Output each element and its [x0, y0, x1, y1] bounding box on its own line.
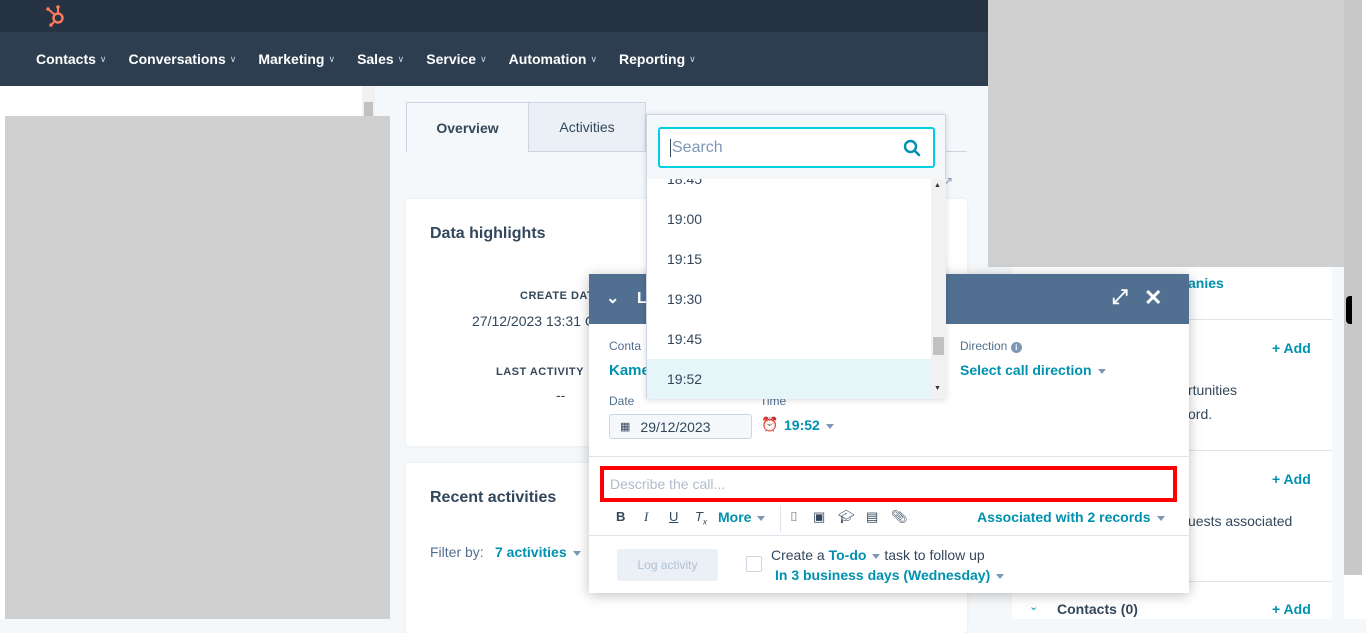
nav-service[interactable]: Service ∨ [426, 51, 486, 67]
direction-label: Direction i [960, 339, 1022, 353]
scroll-up-icon[interactable]: ▲ [934, 182, 941, 189]
card-title: Recent activities [430, 489, 557, 506]
clear-format-icon[interactable]: Tx [695, 509, 707, 527]
filter-label: Filter by: [430, 544, 484, 560]
date-label: Date [609, 394, 635, 408]
section-text: ord. [1188, 406, 1213, 422]
snippet-icon[interactable]: ⌷ [790, 509, 798, 525]
scroll-down-icon[interactable]: ▼ [934, 385, 941, 392]
info-icon[interactable]: i [1010, 342, 1022, 353]
tab-overview[interactable]: Overview [406, 102, 529, 152]
close-icon[interactable]: ✕ [1144, 285, 1162, 311]
expand-icon[interactable]: ⤢ [1112, 286, 1128, 309]
redacted-region [5, 116, 390, 619]
time-search-input[interactable]: Search [658, 127, 935, 168]
time-options-list: 18:45 19:00 19:15 19:30 19:45 19:52 [647, 179, 931, 399]
italic-icon[interactable]: I [644, 509, 648, 525]
add-button[interactable]: + Add [1272, 601, 1311, 617]
followup-text: Create a To-do task to follow up [771, 547, 985, 563]
calendar-icon: ▦ [620, 421, 631, 433]
nav-marketing[interactable]: Marketing ∨ [258, 51, 335, 67]
document-icon[interactable]: ▤ [866, 509, 878, 525]
chevron-down-icon: ∨ [689, 53, 696, 64]
section-text: rtunities [1188, 382, 1238, 398]
divider [780, 506, 781, 532]
collapse-chevron-icon[interactable]: ⌄ [606, 288, 619, 308]
companies-section-title[interactable]: anies [1188, 275, 1224, 291]
associations-dropdown[interactable]: Associated with 2 records [977, 509, 1165, 525]
time-option[interactable]: 19:45 [647, 319, 931, 359]
bold-icon[interactable]: B [616, 509, 625, 524]
call-description-input[interactable]: Describe the call... [600, 466, 1177, 502]
last-activity-label: LAST ACTIVITY [496, 366, 584, 378]
scrollbar-thumb[interactable] [1344, 0, 1362, 575]
chevron-down-icon: ∨ [590, 53, 598, 64]
more-dropdown[interactable]: More [718, 509, 766, 525]
hubspot-logo-icon[interactable] [44, 4, 68, 28]
task-type-dropdown[interactable]: To-do [829, 547, 881, 563]
caret-down-icon [996, 573, 1005, 579]
create-date-value: 27/12/2023 13:31 G [472, 313, 596, 329]
chevron-down-icon: ∨ [229, 53, 237, 64]
chevron-down-icon: ∨ [99, 53, 107, 64]
attachment-icon[interactable]: 📎︎ [891, 509, 908, 525]
top-bar [0, 0, 988, 32]
list-scrollbar[interactable]: ▲ ▼ [931, 179, 946, 399]
contacted-value[interactable]: Kame [609, 362, 650, 379]
side-tab[interactable] [1346, 296, 1352, 324]
search-icon[interactable] [903, 139, 921, 157]
add-button[interactable]: + Add [1272, 471, 1311, 487]
tab-activities[interactable]: Activities [528, 102, 646, 152]
chevron-down-icon[interactable]: ⌄ [1029, 600, 1038, 613]
nav-sales[interactable]: Sales ∨ [357, 51, 404, 67]
nav-automation[interactable]: Automation ∨ [509, 51, 597, 67]
page-scrollbar[interactable] [1344, 0, 1366, 619]
contacted-label: Conta [609, 339, 642, 353]
time-option-selected[interactable]: 19:52 [647, 359, 931, 399]
time-option[interactable]: 19:30 [647, 279, 931, 319]
due-date-dropdown[interactable]: In 3 business days (Wednesday) [775, 567, 1005, 583]
main-nav: Contacts ∨ Conversations ∨ Marketing ∨ Sale… [0, 32, 988, 86]
time-dropdown[interactable]: 19:52 [784, 417, 834, 433]
divider [589, 456, 1189, 457]
divider [589, 535, 1189, 536]
last-activity-value: -- [556, 387, 566, 403]
time-option[interactable]: 18:45 [647, 179, 931, 199]
chevron-down-icon: ∨ [480, 53, 487, 64]
alarm-clock-icon: ⏰ [761, 416, 779, 432]
redacted-region [988, 0, 1344, 267]
create-date-label: CREATE DAT [520, 290, 595, 302]
image-icon[interactable]: ▣ [813, 509, 825, 525]
filter-dropdown[interactable]: 7 activities [495, 544, 581, 560]
nav-contacts[interactable]: Contacts ∨ [36, 51, 107, 67]
date-input[interactable]: ▦ 29/12/2023 [609, 414, 752, 439]
time-picker-dropdown: Search 18:45 19:00 19:15 19:30 19:45 19:… [646, 114, 946, 399]
caret-down-icon [1156, 515, 1165, 521]
caret-down-icon [1097, 368, 1106, 374]
chevron-down-icon: ∨ [328, 53, 336, 64]
followup-checkbox[interactable] [746, 556, 762, 572]
nav-reporting[interactable]: Reporting ∨ [619, 51, 696, 67]
knowledge-icon[interactable]: 🎓︎ [838, 509, 855, 525]
caret-down-icon [825, 423, 834, 429]
direction-dropdown[interactable]: Select call direction [960, 362, 1106, 378]
underline-icon[interactable]: U [669, 509, 678, 524]
time-option[interactable]: 19:15 [647, 239, 931, 279]
log-activity-button[interactable]: Log activity [617, 549, 718, 581]
nav-conversations[interactable]: Conversations ∨ [129, 51, 237, 67]
contacts-section-title[interactable]: Contacts (0) [1057, 601, 1138, 617]
scrollbar-thumb[interactable] [933, 337, 944, 355]
time-option[interactable]: 19:00 [647, 199, 931, 239]
add-button[interactable]: + Add [1272, 340, 1311, 356]
chevron-down-icon: ∨ [397, 53, 405, 64]
caret-down-icon [572, 550, 581, 556]
section-text: uests associated [1188, 513, 1293, 529]
caret-down-icon [757, 515, 766, 521]
card-title: Data highlights [430, 225, 546, 242]
caret-down-icon [872, 553, 881, 559]
